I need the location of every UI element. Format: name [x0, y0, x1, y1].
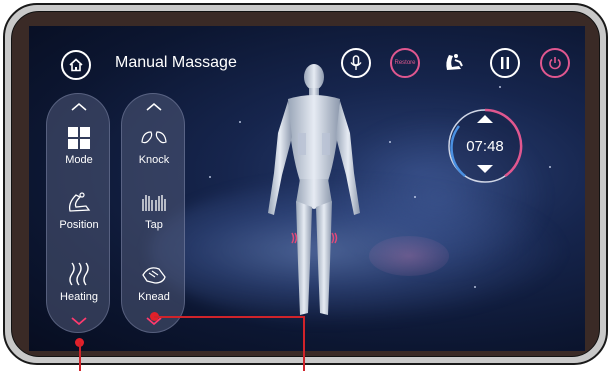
restore-button[interactable]: Restore [390, 48, 420, 78]
callout-line [79, 342, 81, 371]
timer-decrease-icon[interactable] [476, 164, 494, 174]
tap-hands-icon [142, 195, 166, 211]
star [549, 166, 551, 168]
knead-label: Knead [138, 291, 170, 303]
position-label: Position [59, 219, 99, 231]
star [389, 141, 391, 143]
chevron-down-icon[interactable] [70, 316, 88, 326]
pause-button[interactable] [490, 48, 520, 78]
pink-glow [369, 236, 449, 276]
body-figure [268, 64, 360, 315]
home-button[interactable] [61, 50, 91, 80]
position-button[interactable]: Position [47, 191, 111, 231]
knead-hand-icon [142, 267, 166, 284]
star [414, 196, 416, 198]
tap-label: Tap [145, 219, 163, 231]
pause-icon [501, 57, 509, 69]
callout-line [154, 316, 304, 318]
chevron-up-icon[interactable] [145, 102, 163, 112]
tap-button[interactable]: Tap [122, 191, 186, 231]
home-icon [69, 58, 83, 72]
grid-icon [68, 127, 90, 149]
heating-label: Heating [60, 291, 98, 303]
heating-button[interactable]: Heating [47, 261, 111, 303]
star [474, 286, 476, 288]
timer-display: 07:48 [466, 137, 504, 155]
heat-waves-icon [69, 262, 89, 286]
knead-button[interactable]: Knead [122, 261, 186, 303]
power-icon [549, 57, 561, 70]
technique-panel: Knock Tap Knead [121, 93, 185, 333]
mode-label: Mode [65, 154, 93, 166]
star [209, 176, 211, 178]
knock-label: Knock [138, 154, 170, 166]
knock-button[interactable]: Knock [122, 126, 186, 166]
callout-line [303, 316, 305, 371]
chevron-up-icon[interactable] [70, 102, 88, 112]
page-title: Manual Massage [115, 54, 237, 71]
auto-massage-button[interactable] [439, 48, 469, 78]
function-panel: Mode Position Heating [46, 93, 110, 333]
screen: Manual Massage Restore Mode Position Hea… [29, 26, 585, 351]
massage-chair-icon [446, 54, 463, 70]
mode-button[interactable]: Mode [47, 126, 111, 166]
knock-hands-icon [141, 131, 167, 144]
star [239, 121, 241, 123]
power-button[interactable] [540, 48, 570, 78]
recliner-icon [68, 192, 91, 212]
restore-label: Restore [394, 60, 416, 66]
